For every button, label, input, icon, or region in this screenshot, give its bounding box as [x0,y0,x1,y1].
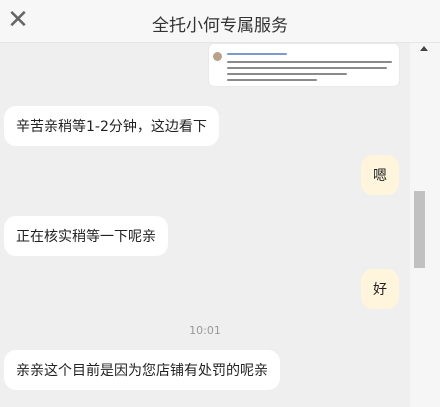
message-bubble-incoming: 辛苦亲稍等1-2分钟，这边看下 [4,106,219,146]
scroll-up-arrow-icon[interactable] [420,46,428,51]
scrollbar-thumb[interactable] [414,191,425,268]
chat-header: ✕ 全托小何专属服务 [0,0,440,43]
chat-scrollbar[interactable] [410,43,440,407]
message-bubble-outgoing: 嗯 [361,155,399,195]
message-bubble-outgoing: 好 [361,269,399,309]
message-timestamp: 10:01 [189,324,221,337]
message-bubble-incoming: 正在核实稍等一下呢亲 [4,216,168,256]
shared-screenshot-image[interactable] [208,43,400,87]
message-bubble-incoming: 亲亲这个目前是因为您店铺有处罚的呢亲 [4,350,280,390]
chat-message-area[interactable]: 辛苦亲稍等1-2分钟，这边看下 嗯 正在核实稍等一下呢亲 好 10:01 亲亲这… [0,43,410,407]
chat-title: 全托小何专属服务 [152,16,288,36]
avatar [213,52,222,61]
